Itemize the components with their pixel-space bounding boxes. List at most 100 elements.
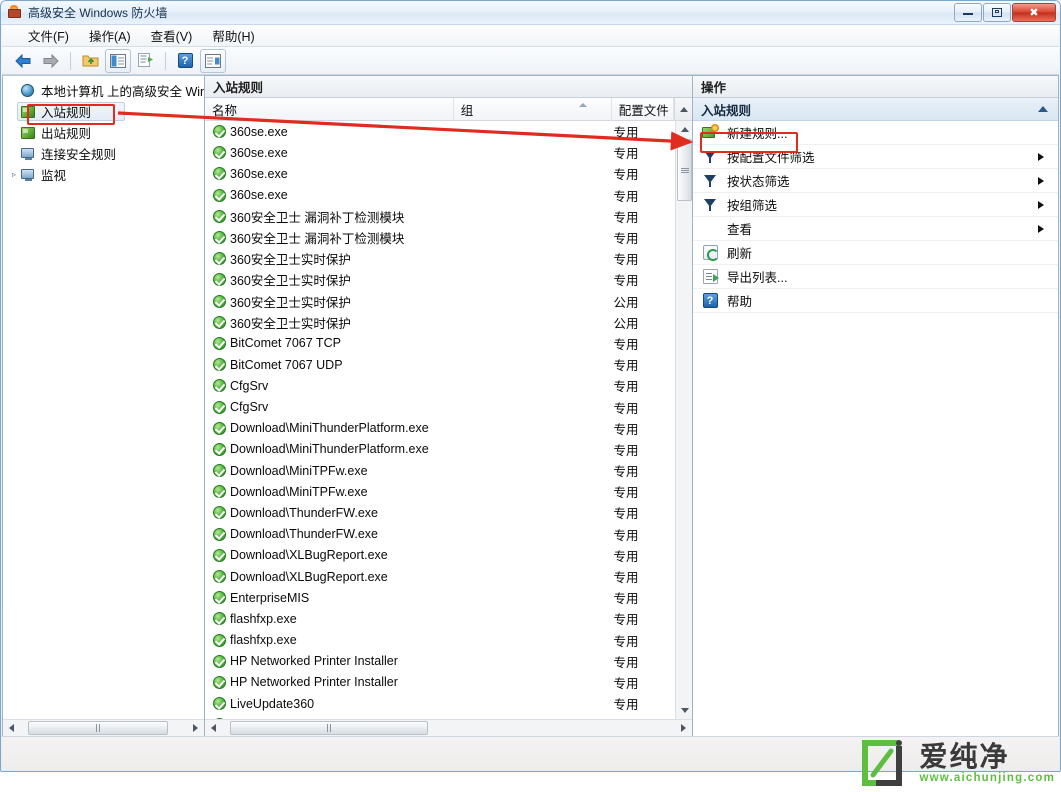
back-arrow-icon[interactable] xyxy=(10,49,36,73)
show-hide-tree-icon[interactable] xyxy=(105,49,131,73)
minimize-button[interactable] xyxy=(954,3,982,22)
table-row[interactable]: LiveUpdate360专用 xyxy=(205,693,675,714)
scroll-left-arrow[interactable] xyxy=(205,720,222,736)
action-filter-by-state[interactable]: 按状态筛选 xyxy=(693,169,1058,193)
table-row[interactable]: CfgSrv专用 xyxy=(205,375,675,396)
table-row[interactable]: 360安全卫士实时保护专用 xyxy=(205,269,675,290)
sidebar-item-outbound-rules[interactable]: 出站规则 xyxy=(3,122,204,143)
allow-check-icon xyxy=(213,443,226,456)
action-refresh[interactable]: 刷新 xyxy=(693,241,1058,265)
export-icon xyxy=(701,269,719,284)
scroll-up-arrow[interactable] xyxy=(676,121,693,138)
rule-name-label: BitComet 7067 TCP xyxy=(230,336,341,350)
list-vscroll-thumb[interactable] xyxy=(677,139,692,201)
menu-help[interactable]: 帮助(H) xyxy=(202,24,264,47)
scroll-right-arrow[interactable] xyxy=(675,720,692,736)
rules-list-rows[interactable]: 360se.exe专用360se.exe专用360se.exe专用360se.e… xyxy=(205,121,675,719)
sidebar-item-inbound-rules[interactable]: 入站规则 xyxy=(3,101,204,122)
scroll-left-arrow[interactable] xyxy=(3,720,20,736)
action-view[interactable]: 查看 xyxy=(693,217,1058,241)
column-sort-indicator[interactable] xyxy=(674,98,692,120)
table-row[interactable]: 360se.exe专用 xyxy=(205,185,675,206)
table-row[interactable]: 360se.exe专用 xyxy=(205,142,675,163)
table-row[interactable]: BitComet 7067 TCP专用 xyxy=(205,333,675,354)
submenu-arrow-icon[interactable] xyxy=(1038,153,1044,161)
close-button[interactable]: ✖ xyxy=(1012,3,1056,22)
table-row[interactable]: Download\MiniThunderPlatform.exe专用 xyxy=(205,418,675,439)
table-row[interactable]: 360安全卫士实时保护公用 xyxy=(205,291,675,312)
table-row[interactable]: BitComet 7067 UDP专用 xyxy=(205,354,675,375)
aichunjing-logo-icon xyxy=(859,737,911,789)
rule-name-cell: Download\MiniTPFw.exe xyxy=(205,485,455,499)
chevron-right-icon[interactable]: ▹ xyxy=(7,170,21,179)
table-row[interactable]: Download\XLBugReport.exe专用 xyxy=(205,545,675,566)
help-icon: ? xyxy=(701,293,719,308)
list-horizontal-scrollbar[interactable] xyxy=(205,719,692,736)
table-row[interactable]: HP Networked Printer Installer专用 xyxy=(205,672,675,693)
menu-action[interactable]: 操作(A) xyxy=(79,24,141,47)
scroll-down-arrow[interactable] xyxy=(676,702,693,719)
table-row[interactable]: 360安全卫士实时保护专用 xyxy=(205,248,675,269)
submenu-arrow-icon[interactable] xyxy=(1038,177,1044,185)
tree-horizontal-scrollbar[interactable] xyxy=(3,719,204,736)
rule-name-cell: 360se.exe xyxy=(205,188,455,202)
up-folder-icon[interactable] xyxy=(77,49,103,73)
action-filter-by-group[interactable]: 按组筛选 xyxy=(693,193,1058,217)
table-row[interactable]: Download\ThunderFW.exe专用 xyxy=(205,524,675,545)
table-row[interactable]: Download\MiniTPFw.exe专用 xyxy=(205,460,675,481)
table-row[interactable]: 360安全卫士 漏洞补丁检测模块专用 xyxy=(205,227,675,248)
rule-name-cell: 360安全卫士实时保护 xyxy=(205,292,455,311)
action-new-rule[interactable]: 新建规则... xyxy=(693,121,1058,145)
table-row[interactable]: Download\ThunderFW.exe专用 xyxy=(205,502,675,523)
export-list-icon[interactable] xyxy=(133,49,159,73)
rule-profile-cell: 专用 xyxy=(614,398,675,417)
table-row[interactable]: 360安全卫士 漏洞补丁检测模块专用 xyxy=(205,206,675,227)
sidebar-item-label: 连接安全规则 xyxy=(41,144,116,163)
tree-hscroll-thumb[interactable] xyxy=(28,721,168,735)
table-row[interactable]: 360se.exe专用 xyxy=(205,163,675,184)
scroll-right-arrow[interactable] xyxy=(187,720,204,736)
table-row[interactable]: HP Networked Printer Installer专用 xyxy=(205,651,675,672)
rule-profile-cell: 公用 xyxy=(614,313,675,332)
forward-arrow-icon[interactable] xyxy=(38,49,64,73)
column-header-profile[interactable]: 配置文件 xyxy=(612,98,673,120)
rule-profile-cell: 专用 xyxy=(614,588,675,607)
table-row[interactable]: flashfxp.exe专用 xyxy=(205,630,675,651)
list-vertical-scrollbar[interactable] xyxy=(675,121,692,719)
rule-profile-cell: 专用 xyxy=(614,164,675,183)
menu-file[interactable]: 文件(F) xyxy=(18,24,79,47)
watermark-brand: 爱纯净 xyxy=(919,742,1055,771)
allow-check-icon xyxy=(213,676,226,689)
action-export-list[interactable]: 导出列表... xyxy=(693,265,1058,289)
grip-icon xyxy=(681,167,689,174)
table-row[interactable]: 360安全卫士实时保护公用 xyxy=(205,312,675,333)
properties-icon[interactable] xyxy=(200,49,226,73)
rule-name-label: HP Networked Printer Installer xyxy=(230,654,398,668)
column-header-name[interactable]: 名称 xyxy=(205,98,454,120)
grip-icon xyxy=(95,724,102,732)
submenu-arrow-icon[interactable] xyxy=(1038,201,1044,209)
action-filter-by-profile[interactable]: 按配置文件筛选 xyxy=(693,145,1058,169)
column-header-group[interactable]: 组 xyxy=(454,98,612,120)
tree-root-node[interactable]: 本地计算机 上的高级安全 Wind xyxy=(3,80,204,101)
action-help[interactable]: ?帮助 xyxy=(693,289,1058,313)
menu-view[interactable]: 查看(V) xyxy=(141,24,203,47)
help-icon[interactable]: ? xyxy=(172,49,198,73)
submenu-arrow-icon[interactable] xyxy=(1038,225,1044,233)
rule-profile-cell: 专用 xyxy=(614,673,675,692)
table-row[interactable]: CfgSrv专用 xyxy=(205,396,675,417)
table-row[interactable]: Download\XLBugReport.exe专用 xyxy=(205,566,675,587)
chevron-up-icon[interactable] xyxy=(1038,106,1048,112)
actions-group-header[interactable]: 入站规则 xyxy=(693,98,1058,121)
sidebar-item-monitoring[interactable]: ▹ 监视 xyxy=(3,164,204,185)
table-row[interactable]: 360se.exe专用 xyxy=(205,121,675,142)
table-row[interactable]: Download\MiniThunderPlatform.exe专用 xyxy=(205,439,675,460)
list-hscroll-thumb[interactable] xyxy=(230,721,428,735)
sort-ascending-icon xyxy=(579,103,587,107)
maximize-button[interactable] xyxy=(983,3,1011,22)
table-row[interactable]: flashfxp.exe专用 xyxy=(205,608,675,629)
firewall-window: 高级安全 Windows 防火墙 ✖ 文件(F) 操作(A) 查看(V) 帮助(… xyxy=(0,0,1061,772)
sidebar-item-connection-security-rules[interactable]: 连接安全规则 xyxy=(3,143,204,164)
table-row[interactable]: Download\MiniTPFw.exe专用 xyxy=(205,481,675,502)
table-row[interactable]: EnterpriseMIS专用 xyxy=(205,587,675,608)
